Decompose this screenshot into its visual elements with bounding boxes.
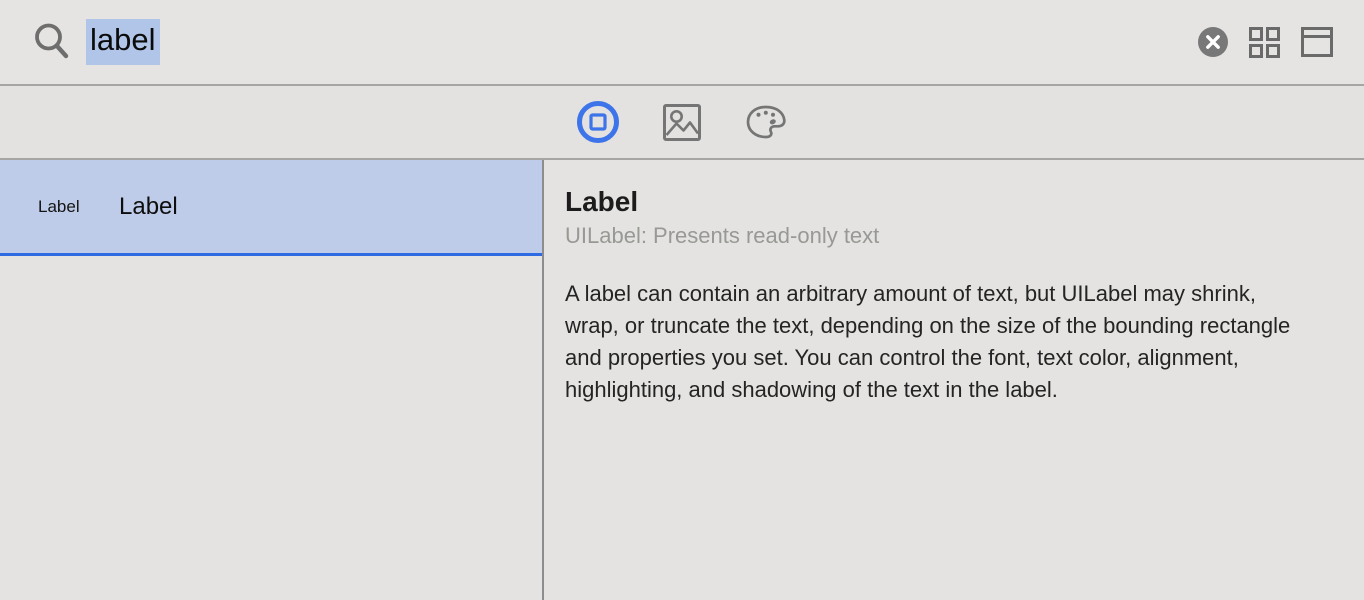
clear-icon[interactable] [1198,27,1228,57]
colors-tab-icon[interactable] [744,100,788,144]
detail-title: Label [565,186,1324,218]
results-list: Label Label [0,160,544,600]
label-object-preview: Label [38,197,85,217]
detail-pane: Label UILabel: Presents read-only text A… [544,160,1364,600]
library-panel: label [0,0,1364,600]
search-bar-actions [1198,27,1333,58]
objects-tab-icon[interactable] [576,100,620,144]
search-input[interactable]: label [86,0,1198,84]
search-input-selected-text: label [86,19,160,65]
media-tab-icon[interactable] [660,100,704,144]
search-bar: label [0,0,1364,86]
search-icon [32,22,72,62]
list-item-label[interactable]: Label Label [0,160,542,256]
library-tab-bar [0,86,1364,160]
library-content: Label Label Label UILabel: Presents read… [0,160,1364,600]
grid-view-icon[interactable] [1249,27,1280,58]
detail-description: A label can contain an arbitrary amount … [565,278,1310,406]
detail-subtitle: UILabel: Presents read-only text [565,223,1324,249]
window-layout-icon[interactable] [1301,27,1333,57]
label-object-name: Label [119,193,178,221]
